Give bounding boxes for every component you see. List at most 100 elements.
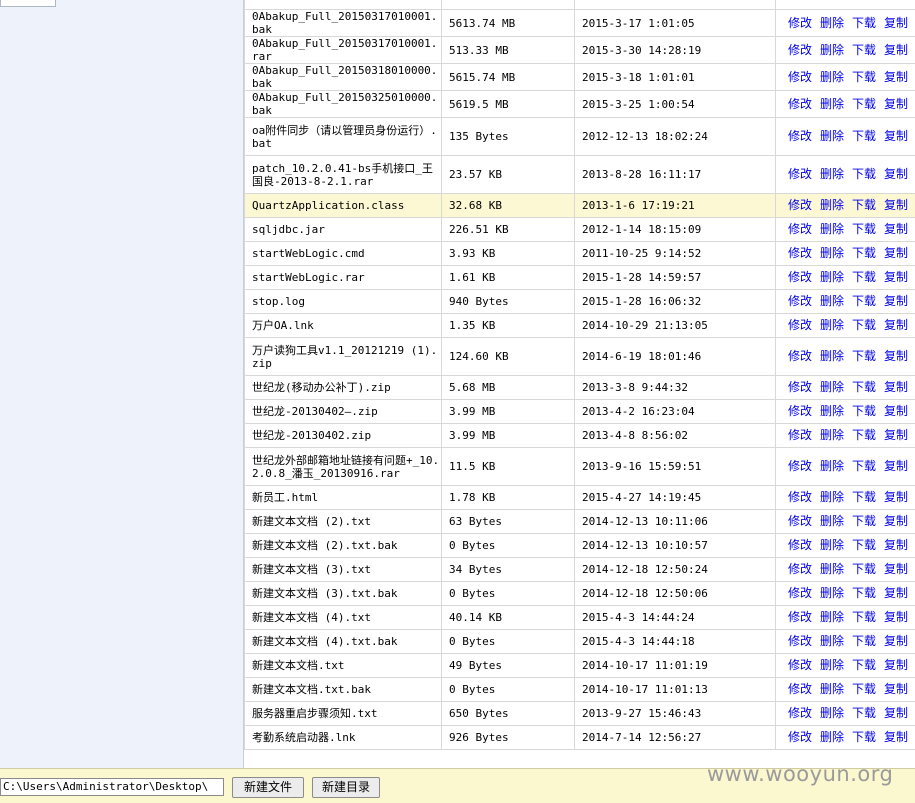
copy-link[interactable]: 复制 <box>884 658 908 672</box>
download-link[interactable]: 下载 <box>852 706 876 720</box>
edit-link[interactable]: 修改 <box>788 428 812 442</box>
delete-link[interactable]: 删除 <box>820 16 844 30</box>
delete-link[interactable]: 删除 <box>820 658 844 672</box>
download-link[interactable]: 下载 <box>852 43 876 57</box>
edit-link[interactable]: 修改 <box>788 246 812 260</box>
edit-link[interactable]: 修改 <box>788 16 812 30</box>
copy-link[interactable]: 复制 <box>884 428 908 442</box>
edit-link[interactable]: 修改 <box>788 167 812 181</box>
download-link[interactable]: 下载 <box>852 514 876 528</box>
delete-link[interactable]: 删除 <box>820 246 844 260</box>
download-link[interactable]: 下载 <box>852 222 876 236</box>
edit-link[interactable]: 修改 <box>788 562 812 576</box>
delete-link[interactable]: 删除 <box>820 349 844 363</box>
edit-link[interactable]: 修改 <box>788 318 812 332</box>
copy-link[interactable]: 复制 <box>884 490 908 504</box>
download-link[interactable]: 下载 <box>852 198 876 212</box>
delete-link[interactable]: 删除 <box>820 562 844 576</box>
delete-link[interactable]: 删除 <box>820 428 844 442</box>
download-link[interactable]: 下载 <box>852 318 876 332</box>
copy-link[interactable]: 复制 <box>884 404 908 418</box>
delete-link[interactable]: 删除 <box>820 270 844 284</box>
download-link[interactable]: 下载 <box>852 428 876 442</box>
edit-link[interactable]: 修改 <box>788 538 812 552</box>
edit-link[interactable]: 修改 <box>788 70 812 84</box>
edit-link[interactable]: 修改 <box>788 380 812 394</box>
delete-link[interactable]: 删除 <box>820 167 844 181</box>
copy-link[interactable]: 复制 <box>884 198 908 212</box>
copy-link[interactable]: 复制 <box>884 514 908 528</box>
delete-link[interactable]: 删除 <box>820 706 844 720</box>
copy-link[interactable]: 复制 <box>884 43 908 57</box>
copy-link[interactable]: 复制 <box>884 222 908 236</box>
delete-link[interactable]: 删除 <box>820 538 844 552</box>
download-link[interactable]: 下载 <box>852 490 876 504</box>
delete-link[interactable]: 删除 <box>820 610 844 624</box>
copy-link[interactable]: 复制 <box>884 70 908 84</box>
edit-link[interactable]: 修改 <box>788 586 812 600</box>
path-input[interactable] <box>0 778 224 796</box>
copy-link[interactable]: 复制 <box>884 349 908 363</box>
delete-link[interactable]: 删除 <box>820 490 844 504</box>
edit-link[interactable]: 修改 <box>788 610 812 624</box>
edit-link[interactable]: 修改 <box>788 682 812 696</box>
copy-link[interactable]: 复制 <box>884 459 908 473</box>
copy-link[interactable]: 复制 <box>884 586 908 600</box>
delete-link[interactable]: 删除 <box>820 586 844 600</box>
download-link[interactable]: 下载 <box>852 97 876 111</box>
download-link[interactable]: 下载 <box>852 634 876 648</box>
delete-link[interactable]: 删除 <box>820 730 844 744</box>
edit-link[interactable]: 修改 <box>788 658 812 672</box>
download-link[interactable]: 下载 <box>852 538 876 552</box>
download-link[interactable]: 下载 <box>852 380 876 394</box>
edit-link[interactable]: 修改 <box>788 222 812 236</box>
download-link[interactable]: 下载 <box>852 70 876 84</box>
new-file-button[interactable]: 新建文件 <box>232 777 304 798</box>
download-link[interactable]: 下载 <box>852 167 876 181</box>
copy-link[interactable]: 复制 <box>884 318 908 332</box>
left-panel-tab[interactable] <box>0 0 56 7</box>
copy-link[interactable]: 复制 <box>884 294 908 308</box>
copy-link[interactable]: 复制 <box>884 97 908 111</box>
download-link[interactable]: 下载 <box>852 658 876 672</box>
download-link[interactable]: 下载 <box>852 129 876 143</box>
download-link[interactable]: 下载 <box>852 682 876 696</box>
delete-link[interactable]: 删除 <box>820 70 844 84</box>
delete-link[interactable]: 删除 <box>820 380 844 394</box>
edit-link[interactable]: 修改 <box>788 730 812 744</box>
delete-link[interactable]: 删除 <box>820 459 844 473</box>
copy-link[interactable]: 复制 <box>884 706 908 720</box>
copy-link[interactable]: 复制 <box>884 538 908 552</box>
edit-link[interactable]: 修改 <box>788 706 812 720</box>
download-link[interactable]: 下载 <box>852 349 876 363</box>
copy-link[interactable]: 复制 <box>884 270 908 284</box>
delete-link[interactable]: 删除 <box>820 514 844 528</box>
download-link[interactable]: 下载 <box>852 610 876 624</box>
copy-link[interactable]: 复制 <box>884 610 908 624</box>
delete-link[interactable]: 删除 <box>820 198 844 212</box>
download-link[interactable]: 下载 <box>852 404 876 418</box>
download-link[interactable]: 下载 <box>852 730 876 744</box>
copy-link[interactable]: 复制 <box>884 167 908 181</box>
download-link[interactable]: 下载 <box>852 459 876 473</box>
copy-link[interactable]: 复制 <box>884 246 908 260</box>
download-link[interactable]: 下载 <box>852 562 876 576</box>
edit-link[interactable]: 修改 <box>788 129 812 143</box>
delete-link[interactable]: 删除 <box>820 97 844 111</box>
copy-link[interactable]: 复制 <box>884 380 908 394</box>
edit-link[interactable]: 修改 <box>788 270 812 284</box>
delete-link[interactable]: 删除 <box>820 43 844 57</box>
edit-link[interactable]: 修改 <box>788 514 812 528</box>
download-link[interactable]: 下载 <box>852 270 876 284</box>
edit-link[interactable]: 修改 <box>788 198 812 212</box>
delete-link[interactable]: 删除 <box>820 294 844 308</box>
delete-link[interactable]: 删除 <box>820 318 844 332</box>
copy-link[interactable]: 复制 <box>884 129 908 143</box>
edit-link[interactable]: 修改 <box>788 404 812 418</box>
copy-link[interactable]: 复制 <box>884 682 908 696</box>
delete-link[interactable]: 删除 <box>820 404 844 418</box>
edit-link[interactable]: 修改 <box>788 490 812 504</box>
copy-link[interactable]: 复制 <box>884 730 908 744</box>
download-link[interactable]: 下载 <box>852 586 876 600</box>
edit-link[interactable]: 修改 <box>788 634 812 648</box>
